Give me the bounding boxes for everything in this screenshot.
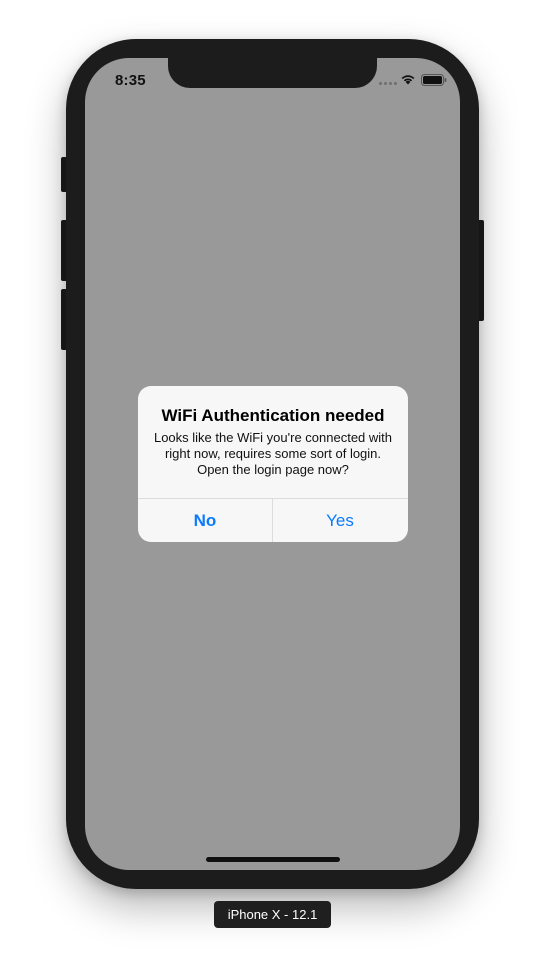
simulator-stage: 8:35 WiFi Authentication needed Looks li… (0, 0, 545, 964)
device-notch (168, 56, 377, 88)
yes-button[interactable]: Yes (273, 499, 407, 542)
device-label: iPhone X - 12.1 (214, 901, 331, 928)
wifi-icon (401, 75, 415, 85)
alert-title: WiFi Authentication needed (161, 406, 385, 425)
alert-message: Looks like the WiFi you're connected wit… (153, 430, 393, 477)
home-indicator[interactable] (206, 857, 340, 862)
no-button[interactable]: No (138, 499, 272, 542)
battery-icon (421, 74, 447, 86)
status-time: 8:35 (115, 72, 146, 89)
signal-dots-icon (379, 82, 397, 85)
wifi-auth-alert: WiFi Authentication needed Looks like th… (138, 386, 408, 542)
